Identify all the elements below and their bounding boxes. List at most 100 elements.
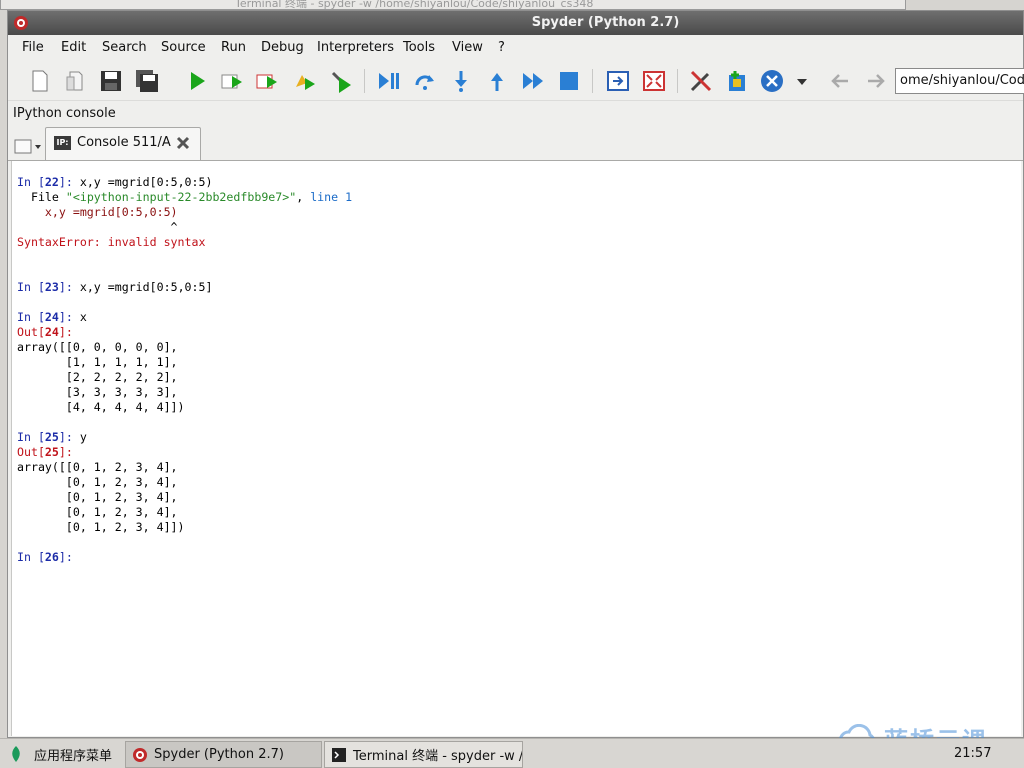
console-line: In [24]: x: [17, 310, 352, 325]
output-text: ^: [17, 220, 178, 234]
save-all-icon: [136, 70, 158, 92]
prompt-suffix: ]:: [58, 280, 80, 294]
run-selection-button[interactable]: [293, 69, 317, 93]
save-all-button[interactable]: [135, 69, 159, 93]
stop-icon: [560, 72, 578, 90]
step-return-button[interactable]: [485, 69, 509, 93]
forward-button[interactable]: [864, 69, 888, 93]
prompt-number: 25: [44, 445, 59, 459]
output-text: [0, 1, 2, 3, 4],: [17, 505, 178, 519]
continue-button[interactable]: [521, 69, 545, 93]
run-config-button[interactable]: [220, 69, 244, 93]
error-message: SyntaxError: invalid syntax: [17, 235, 206, 249]
new-file-button[interactable]: [28, 69, 52, 93]
preferences-button[interactable]: [760, 69, 784, 93]
menu-source[interactable]: Source: [161, 40, 206, 55]
menu-bar: File Edit Search Source Run Debug Interp…: [8, 35, 1023, 59]
debug-button[interactable]: [329, 69, 353, 93]
step-into-button[interactable]: [449, 69, 473, 93]
console-line: [3, 3, 3, 3, 3],: [17, 385, 352, 400]
console-line: x,y =mgrid[0:5,0:5): [17, 205, 352, 220]
console-output: In [22]: x,y =mgrid[0:5,0:5) File "<ipyt…: [17, 175, 352, 565]
back-button[interactable]: [828, 69, 852, 93]
console-line: In [26]:: [17, 550, 352, 565]
fullscreen-icon: [643, 71, 665, 91]
prompt-suffix: ]:: [58, 445, 73, 459]
preferences-icon: [761, 70, 783, 92]
run-config-icon: [221, 74, 242, 89]
prompt-prefix: In [: [17, 280, 45, 294]
run-button[interactable]: [185, 69, 209, 93]
step-over-button[interactable]: [413, 69, 437, 93]
title-bar[interactable]: Spyder (Python 2.7): [8, 11, 1023, 35]
output-text: [4, 4, 4, 4, 4]]): [17, 400, 185, 414]
python-path-button[interactable]: [725, 69, 749, 93]
menu-file[interactable]: File: [22, 40, 44, 55]
prompt-number: 25: [44, 430, 59, 444]
input-code: x,y =mgrid[0:5,0:5]: [79, 280, 213, 294]
task-terminal[interactable]: Terminal 终端 - spyder -w /…: [324, 741, 523, 768]
python-path-icon: [729, 71, 745, 91]
output-text: [0, 1, 2, 3, 4]]): [17, 520, 185, 534]
input-code: x: [79, 310, 87, 324]
run-selection-icon: [296, 75, 315, 90]
console-line: [2, 2, 2, 2, 2],: [17, 370, 352, 385]
rerun-icon: [256, 74, 277, 89]
prompt-number: 23: [44, 280, 59, 294]
prompt-prefix: In [: [17, 430, 45, 444]
task-spyder-label: Spyder (Python 2.7): [154, 747, 284, 762]
menu-view[interactable]: View: [452, 40, 483, 55]
terminal-icon: [332, 747, 346, 762]
prompt-prefix: Out[: [17, 325, 45, 339]
clock: 21:57: [954, 746, 992, 761]
console-line: File "<ipython-input-22-2bb2edfbb9e7>", …: [17, 190, 352, 205]
ipython-console[interactable]: In [22]: x,y =mgrid[0:5,0:5) File "<ipyt…: [11, 161, 1021, 736]
close-icon[interactable]: [175, 135, 191, 151]
working-directory-input[interactable]: ome/shiyanlou/Code/: [895, 68, 1024, 94]
input-code: y: [79, 430, 87, 444]
chevron-down-icon: [797, 79, 807, 85]
prompt-number: 26: [44, 550, 59, 564]
prompt-number: 24: [44, 310, 59, 324]
prompt-number: 24: [44, 325, 59, 339]
tab-console[interactable]: IP: Console 511/A: [45, 127, 201, 160]
rerun-button[interactable]: [255, 69, 279, 93]
window-title: Spyder (Python 2.7): [531, 15, 680, 30]
tools-button[interactable]: [689, 69, 713, 93]
fullscreen-button[interactable]: [642, 69, 666, 93]
menu-search[interactable]: Search: [102, 40, 147, 55]
open-file-button[interactable]: [64, 69, 88, 93]
output-prompt: Out[24]:: [17, 325, 73, 339]
console-line: array([[0, 0, 0, 0, 0],: [17, 340, 352, 355]
tab-console-label: Console 511/A: [77, 135, 171, 150]
prompt-suffix: ]:: [58, 325, 73, 339]
debug-continue-button[interactable]: [377, 69, 401, 93]
output-text: array([[0, 1, 2, 3, 4],: [17, 460, 178, 474]
task-terminal-label: Terminal 终端 - spyder -w /…: [353, 749, 523, 764]
tab-options-button[interactable]: [14, 137, 42, 155]
menu-debug[interactable]: Debug: [261, 40, 304, 55]
menu-edit[interactable]: Edit: [61, 40, 86, 55]
console-line: [4, 4, 4, 4, 4]]): [17, 400, 352, 415]
console-line: In [23]: x,y =mgrid[0:5,0:5]: [17, 280, 352, 295]
menu-run[interactable]: Run: [221, 40, 246, 55]
start-menu-button[interactable]: 应用程序菜单: [8, 743, 112, 765]
menu-interpreters[interactable]: Interpreters: [317, 40, 394, 55]
output-prompt: Out[25]:: [17, 445, 73, 459]
traceback-file: "<ipython-input-22-2bb2edfbb9e7>": [65, 190, 297, 204]
menu-tools[interactable]: Tools: [403, 40, 435, 55]
save-button[interactable]: [99, 69, 123, 93]
start-menu-label: 应用程序菜单: [34, 748, 113, 764]
background-window[interactable]: Terminal 终端 - spyder -w /home/shiyanlou/…: [0, 0, 906, 10]
stop-button[interactable]: [557, 69, 581, 93]
task-spyder[interactable]: Spyder (Python 2.7): [125, 741, 322, 768]
save-icon: [101, 71, 121, 91]
preferences-dropdown[interactable]: [790, 69, 807, 93]
maximize-pane-button[interactable]: [606, 69, 630, 93]
traceback-text: File: [17, 190, 66, 204]
console-tab-bar: IP: Console 511/A: [8, 125, 1023, 161]
open-file-icon: [66, 71, 83, 91]
run-icon: [191, 72, 205, 90]
menu-help[interactable]: ?: [498, 40, 505, 55]
